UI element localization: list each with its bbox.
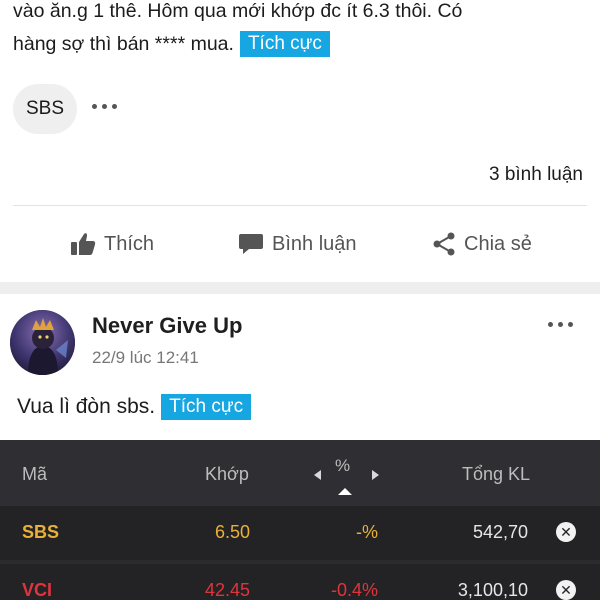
row-volume: 542,70 <box>472 522 528 542</box>
post-card-2: Never Give Up 22/9 lúc 12:41 Vua lì đòn … <box>0 294 600 440</box>
chevron-left-icon[interactable] <box>314 470 321 480</box>
comment-button[interactable]: Bình luận <box>238 232 357 256</box>
column-header-price[interactable]: Khớp <box>205 464 249 485</box>
row-price: 42.45 <box>204 580 250 600</box>
column-header-volume[interactable]: Tổng KL <box>462 464 530 485</box>
comment-bubble-icon <box>238 232 264 256</box>
feed-separator <box>0 282 600 294</box>
post-card-1: vào ăn.g 1 thê. Hôm qua mới khớp đc ít 6… <box>0 0 600 288</box>
post-body: Vua lì đòn sbs. Tích cực <box>17 394 252 420</box>
comment-label: Bình luận <box>272 232 357 255</box>
row-price: 6.50 <box>214 522 250 542</box>
close-circle-icon[interactable]: ✕ <box>556 522 576 542</box>
ticker-chip-sbs[interactable]: SBS <box>13 84 77 134</box>
post-actions: Thích Bình luận Chia sẻ <box>0 232 600 272</box>
post-body-line-1: vào ăn.g 1 thê. Hôm qua mới khớp đc ít 6… <box>13 0 463 22</box>
close-circle-icon[interactable]: ✕ <box>556 580 576 600</box>
sentiment-tag: Tích cực <box>161 394 252 420</box>
thumbs-up-icon <box>70 232 96 256</box>
like-label: Thích <box>104 232 155 255</box>
table-row[interactable]: SBS 6.50 -% 542,70 ✕ <box>0 506 600 560</box>
more-icon[interactable] <box>92 104 117 109</box>
column-header-symbol[interactable]: Mã <box>22 464 47 485</box>
avatar[interactable] <box>10 310 75 375</box>
row-percent: -% <box>356 522 378 542</box>
watchlist-header: Mã Khớp % Tổng KL <box>0 440 600 506</box>
chevron-right-icon[interactable] <box>372 470 379 480</box>
more-icon[interactable] <box>548 322 573 327</box>
post-body-line-2: hàng sợ thì bán **** mua. Tích cực <box>13 28 330 61</box>
watchlist-table: Mã Khớp % Tổng KL SBS 6.50 -% 542,70 ✕ V… <box>0 440 600 600</box>
author-name[interactable]: Never Give Up <box>92 313 242 339</box>
share-button[interactable]: Chia sẻ <box>432 232 532 256</box>
row-percent: -0.4% <box>330 580 378 600</box>
share-icon <box>432 232 456 256</box>
post-timestamp: 22/9 lúc 12:41 <box>92 348 199 367</box>
like-button[interactable]: Thích <box>70 232 154 256</box>
share-label: Chia sẻ <box>464 232 532 255</box>
sentiment-tag: Tích cực <box>239 31 330 57</box>
sort-ascending-icon[interactable] <box>338 488 352 495</box>
column-header-percent[interactable]: % <box>335 456 350 476</box>
post-body-text: Vua lì đòn sbs. <box>17 395 156 418</box>
post-body-line-2-text: hàng sợ thì bán **** mua. <box>13 33 234 55</box>
divider <box>13 205 587 206</box>
row-volume: 3,100,10 <box>457 580 528 600</box>
table-row[interactable]: VCI 42.45 -0.4% 3,100,10 ✕ <box>0 564 600 600</box>
row-symbol: VCI <box>22 580 53 600</box>
comment-count-link[interactable]: 3 bình luận <box>489 164 583 186</box>
row-symbol: SBS <box>22 522 60 542</box>
